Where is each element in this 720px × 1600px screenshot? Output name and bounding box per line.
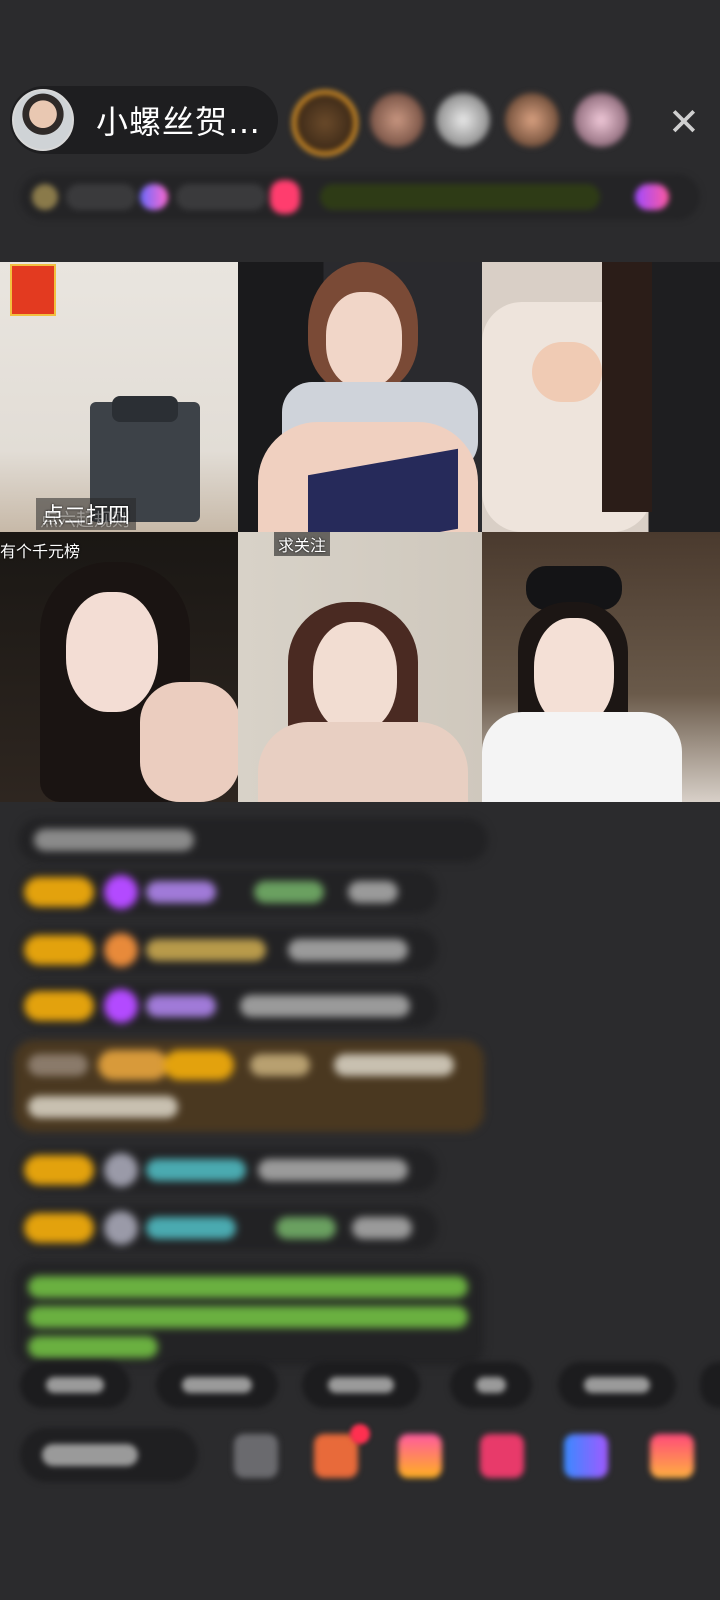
notification-dot xyxy=(350,1424,370,1444)
gem-icon xyxy=(104,875,138,909)
quick-reply-5[interactable] xyxy=(558,1362,676,1408)
avatar-icon xyxy=(104,1153,138,1187)
streamer-face xyxy=(534,618,614,726)
gem-icon xyxy=(104,989,138,1023)
quick-reply-6[interactable] xyxy=(700,1362,720,1408)
red-card-icon xyxy=(10,264,56,316)
host-info-pill[interactable]: 小螺丝贺… xyxy=(10,86,278,154)
host-name: 小螺丝贺… xyxy=(96,103,262,141)
flame-icon xyxy=(104,933,138,967)
host-avatar[interactable] xyxy=(12,89,74,151)
quick-reply-1[interactable] xyxy=(20,1362,130,1408)
streamer-face xyxy=(313,622,397,732)
chair-back xyxy=(112,396,178,422)
close-icon[interactable]: ✕ xyxy=(668,100,700,144)
streamer-body xyxy=(258,722,468,802)
tag-icon xyxy=(270,180,300,214)
viewer-avatar-3[interactable] xyxy=(436,93,490,147)
game-controller-icon[interactable] xyxy=(564,1434,608,1478)
chat-message-2 xyxy=(18,870,438,914)
status-tag-bar[interactable] xyxy=(20,174,700,220)
streamer-body xyxy=(482,712,682,802)
tag-icon xyxy=(140,184,168,210)
heart-gift-icon[interactable] xyxy=(480,1434,524,1478)
gift-box-icon[interactable] xyxy=(314,1434,358,1478)
chat-message-1 xyxy=(18,818,488,862)
chat-message-4 xyxy=(18,984,438,1028)
video-tile-3[interactable] xyxy=(482,262,720,532)
tile-1-caption-sub: 点六起规则 xyxy=(40,510,130,531)
quick-reply-4[interactable] xyxy=(450,1362,532,1408)
gift-icon[interactable] xyxy=(650,1434,694,1478)
video-tile-6[interactable] xyxy=(482,532,720,802)
viewer-avatar-2[interactable] xyxy=(370,93,424,147)
tag-item xyxy=(66,184,136,210)
streamer-hand xyxy=(532,342,602,402)
quick-reply-2[interactable] xyxy=(156,1362,278,1408)
emoji-icon[interactable] xyxy=(234,1434,278,1478)
streamer-face xyxy=(66,592,158,712)
tag-icon xyxy=(635,184,669,210)
tile-5-caption: 求关注 xyxy=(274,532,331,556)
chat-message-7 xyxy=(18,1206,438,1250)
chat-input[interactable] xyxy=(20,1428,198,1482)
streamer-shoulder xyxy=(140,682,238,802)
level-badge xyxy=(24,877,94,907)
tag-item xyxy=(176,184,266,210)
video-tile-2[interactable] xyxy=(238,262,482,532)
treasure-icon[interactable] xyxy=(398,1434,442,1478)
viewer-avatar-4[interactable] xyxy=(505,93,559,147)
streamer-hair xyxy=(602,262,652,512)
video-tile-1[interactable]: 点二打四 点六起规则 xyxy=(0,262,238,532)
tag-highlight xyxy=(320,184,600,210)
streamer-face xyxy=(326,292,402,388)
viewer-avatar-1[interactable] xyxy=(292,90,358,156)
video-tile-5[interactable]: 求关注 xyxy=(238,532,482,802)
video-tile-4[interactable]: 有个千元榜 xyxy=(0,532,238,802)
tile-4-caption: 有个千元榜 xyxy=(0,542,81,561)
tag-icon xyxy=(32,184,58,210)
system-notice xyxy=(14,1262,484,1366)
chat-message-5-highlight xyxy=(14,1040,484,1132)
avatar-icon xyxy=(104,1211,138,1245)
chat-message-3 xyxy=(18,928,438,972)
viewer-avatar-5[interactable] xyxy=(574,93,628,147)
quick-reply-3[interactable] xyxy=(302,1362,420,1408)
chat-message-6 xyxy=(18,1148,438,1192)
